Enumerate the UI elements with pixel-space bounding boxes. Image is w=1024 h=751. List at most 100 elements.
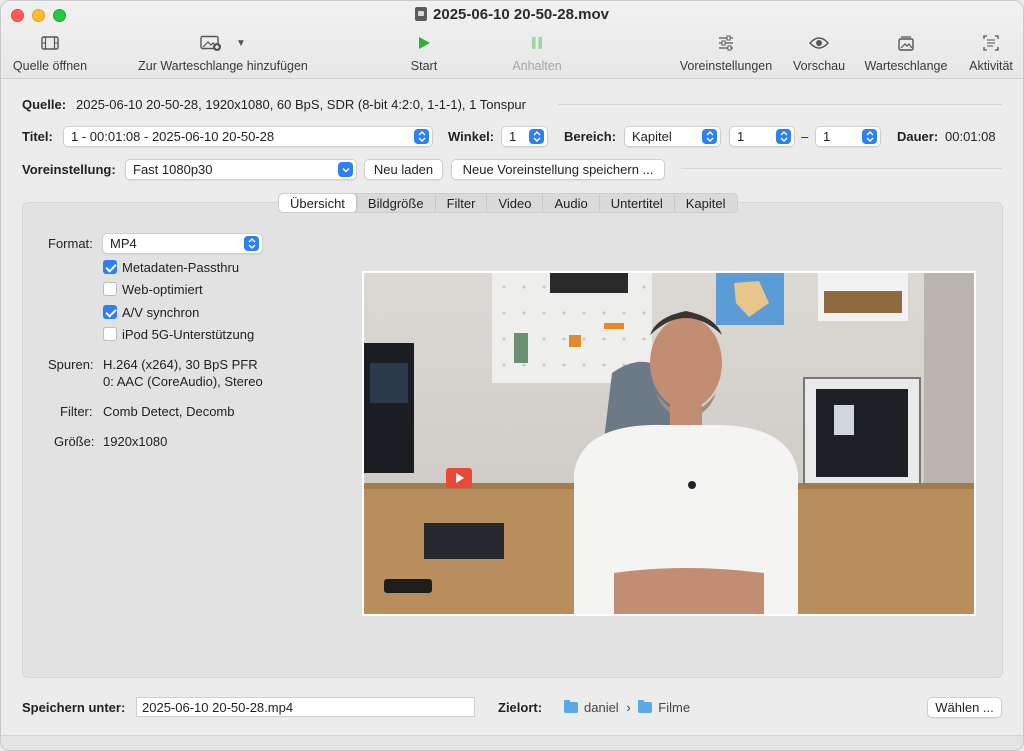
range-start-select[interactable]: 1 bbox=[729, 126, 795, 147]
presets-label: Voreinstellungen bbox=[679, 59, 773, 73]
pause-label: Anhalten bbox=[512, 59, 562, 73]
toolbar: 2025-06-10 20-50-28.mov Quelle öffnen ▼ … bbox=[1, 1, 1023, 79]
folder-icon bbox=[564, 700, 578, 713]
preset-select-value: Fast 1080p30 bbox=[133, 162, 213, 177]
start-button[interactable]: Start bbox=[399, 33, 449, 73]
filter-value: Comb Detect, Decomb bbox=[103, 404, 235, 419]
activity-button[interactable]: Aktivität bbox=[963, 33, 1019, 73]
tab-dimensions[interactable]: Bildgröße bbox=[357, 194, 436, 212]
av-sync-label: A/V synchron bbox=[122, 305, 200, 320]
tab-audio[interactable]: Audio bbox=[543, 194, 600, 212]
tab-filters[interactable]: Filter bbox=[436, 194, 488, 212]
title-select[interactable]: 1 - 00:01:08 - 2025-06-10 20-50-28 bbox=[63, 126, 433, 147]
web-optimized-label: Web-optimiert bbox=[122, 282, 203, 297]
save-as-filename-input[interactable]: 2025-06-10 20-50-28.mp4 bbox=[136, 697, 475, 717]
film-icon bbox=[41, 36, 59, 50]
range-type-value: Kapitel bbox=[632, 129, 672, 144]
window-title-text: 2025-06-10 20-50-28.mov bbox=[433, 6, 609, 23]
app-window: 2025-06-10 20-50-28.mov Quelle öffnen ▼ … bbox=[0, 0, 1024, 751]
updown-chevron-icon bbox=[529, 129, 544, 144]
range-end-value: 1 bbox=[823, 129, 831, 144]
tracks-audio: 0: AAC (CoreAudio), Stereo bbox=[103, 374, 263, 389]
save-new-preset-button[interactable]: Neue Voreinstellung speichern ... bbox=[451, 159, 665, 180]
activity-log-icon bbox=[983, 35, 999, 51]
sliders-icon bbox=[719, 35, 733, 51]
open-source-label: Quelle öffnen bbox=[12, 59, 88, 73]
pause-button[interactable]: Anhalten bbox=[507, 33, 567, 73]
range-separator: – bbox=[801, 129, 809, 144]
updown-chevron-icon bbox=[776, 129, 791, 144]
range-start-value: 1 bbox=[737, 129, 745, 144]
tab-video[interactable]: Video bbox=[487, 194, 544, 212]
format-select[interactable]: MP4 bbox=[102, 233, 263, 254]
metadata-passthru-checkbox[interactable] bbox=[103, 260, 117, 274]
eye-icon bbox=[809, 37, 829, 49]
add-to-queue-button[interactable]: ▼ Zur Warteschlange hinzufügen bbox=[131, 33, 315, 73]
destination-folder-movies: Filme bbox=[658, 700, 691, 715]
pause-icon bbox=[532, 37, 542, 49]
preview-scene bbox=[364, 273, 974, 614]
save-as-label: Speichern unter: bbox=[22, 700, 126, 715]
add-photo-icon bbox=[200, 35, 222, 51]
destination-label: Zielort: bbox=[498, 700, 543, 715]
format-select-value: MP4 bbox=[110, 236, 137, 251]
choose-destination-button[interactable]: Wählen ... bbox=[927, 697, 1002, 718]
metadata-passthru-label: Metadaten-Passthru bbox=[122, 260, 240, 275]
activity-label: Aktivität bbox=[969, 59, 1013, 73]
window-title: 2025-06-10 20-50-28.mov bbox=[1, 6, 1023, 23]
title-label: Titel: bbox=[22, 129, 53, 144]
play-icon bbox=[419, 37, 430, 49]
ipod-support-label: iPod 5G-Unterstützung bbox=[122, 327, 255, 342]
preview-label: Vorschau bbox=[792, 59, 846, 73]
updown-chevron-icon bbox=[862, 129, 877, 144]
tab-subtitles[interactable]: Untertitel bbox=[600, 194, 675, 212]
source-info: 2025-06-10 20-50-28, 1920x1080, 60 BpS, … bbox=[76, 97, 526, 112]
start-label: Start bbox=[410, 59, 438, 73]
tracks-label: Spuren: bbox=[48, 357, 94, 372]
size-label: Größe: bbox=[54, 434, 95, 449]
tab-overview[interactable]: Übersicht bbox=[279, 194, 357, 212]
duration-value: 00:01:08 bbox=[945, 129, 996, 144]
filter-label: Filter: bbox=[60, 404, 93, 419]
updown-chevron-icon bbox=[244, 236, 259, 251]
web-optimized-checkbox[interactable] bbox=[103, 282, 117, 296]
presets-button[interactable]: Voreinstellungen bbox=[676, 33, 776, 73]
reload-button[interactable]: Neu laden bbox=[364, 159, 443, 180]
document-icon bbox=[415, 7, 428, 21]
tab-chapters[interactable]: Kapitel bbox=[675, 194, 737, 212]
open-source-button[interactable]: Quelle öffnen bbox=[9, 33, 91, 73]
angle-select[interactable]: 1 bbox=[501, 126, 548, 147]
destination-path[interactable]: daniel › Filme bbox=[564, 700, 690, 715]
range-label: Bereich: bbox=[564, 129, 617, 144]
updown-chevron-icon bbox=[414, 129, 429, 144]
photo-stack-icon bbox=[898, 36, 914, 51]
updown-chevron-icon bbox=[702, 129, 717, 144]
destination-folder-user: daniel bbox=[584, 700, 619, 715]
av-sync-checkbox[interactable] bbox=[103, 305, 117, 319]
preset-select[interactable]: Fast 1080p30 bbox=[125, 159, 357, 180]
divider bbox=[681, 168, 1002, 169]
divider bbox=[558, 104, 1002, 105]
range-end-select[interactable]: 1 bbox=[815, 126, 881, 147]
range-type-select[interactable]: Kapitel bbox=[624, 126, 721, 147]
preset-label: Voreinstellung: bbox=[22, 162, 116, 177]
add-to-queue-label: Zur Warteschlange hinzufügen bbox=[138, 59, 308, 73]
format-label: Format: bbox=[48, 236, 93, 251]
path-separator: › bbox=[626, 700, 631, 715]
chevron-down-icon[interactable]: ▼ bbox=[236, 38, 246, 49]
angle-label: Winkel: bbox=[448, 129, 495, 144]
title-select-value: 1 - 00:01:08 - 2025-06-10 20-50-28 bbox=[71, 129, 275, 144]
duration-label: Dauer: bbox=[897, 129, 939, 144]
source-label: Quelle: bbox=[22, 97, 67, 112]
settings-tabs: Übersicht Bildgröße Filter Video Audio U… bbox=[278, 193, 738, 213]
ipod-support-checkbox[interactable] bbox=[103, 327, 117, 341]
chevron-down-icon bbox=[338, 162, 353, 177]
queue-label: Warteschlange bbox=[864, 59, 948, 73]
folder-icon bbox=[638, 700, 653, 713]
angle-select-value: 1 bbox=[509, 129, 517, 144]
queue-button[interactable]: Warteschlange bbox=[861, 33, 951, 73]
status-bar bbox=[1, 735, 1023, 750]
tracks-video: H.264 (x264), 30 BpS PFR bbox=[103, 357, 258, 372]
preview-button[interactable]: Vorschau bbox=[790, 33, 848, 73]
video-preview-image[interactable] bbox=[362, 271, 976, 616]
